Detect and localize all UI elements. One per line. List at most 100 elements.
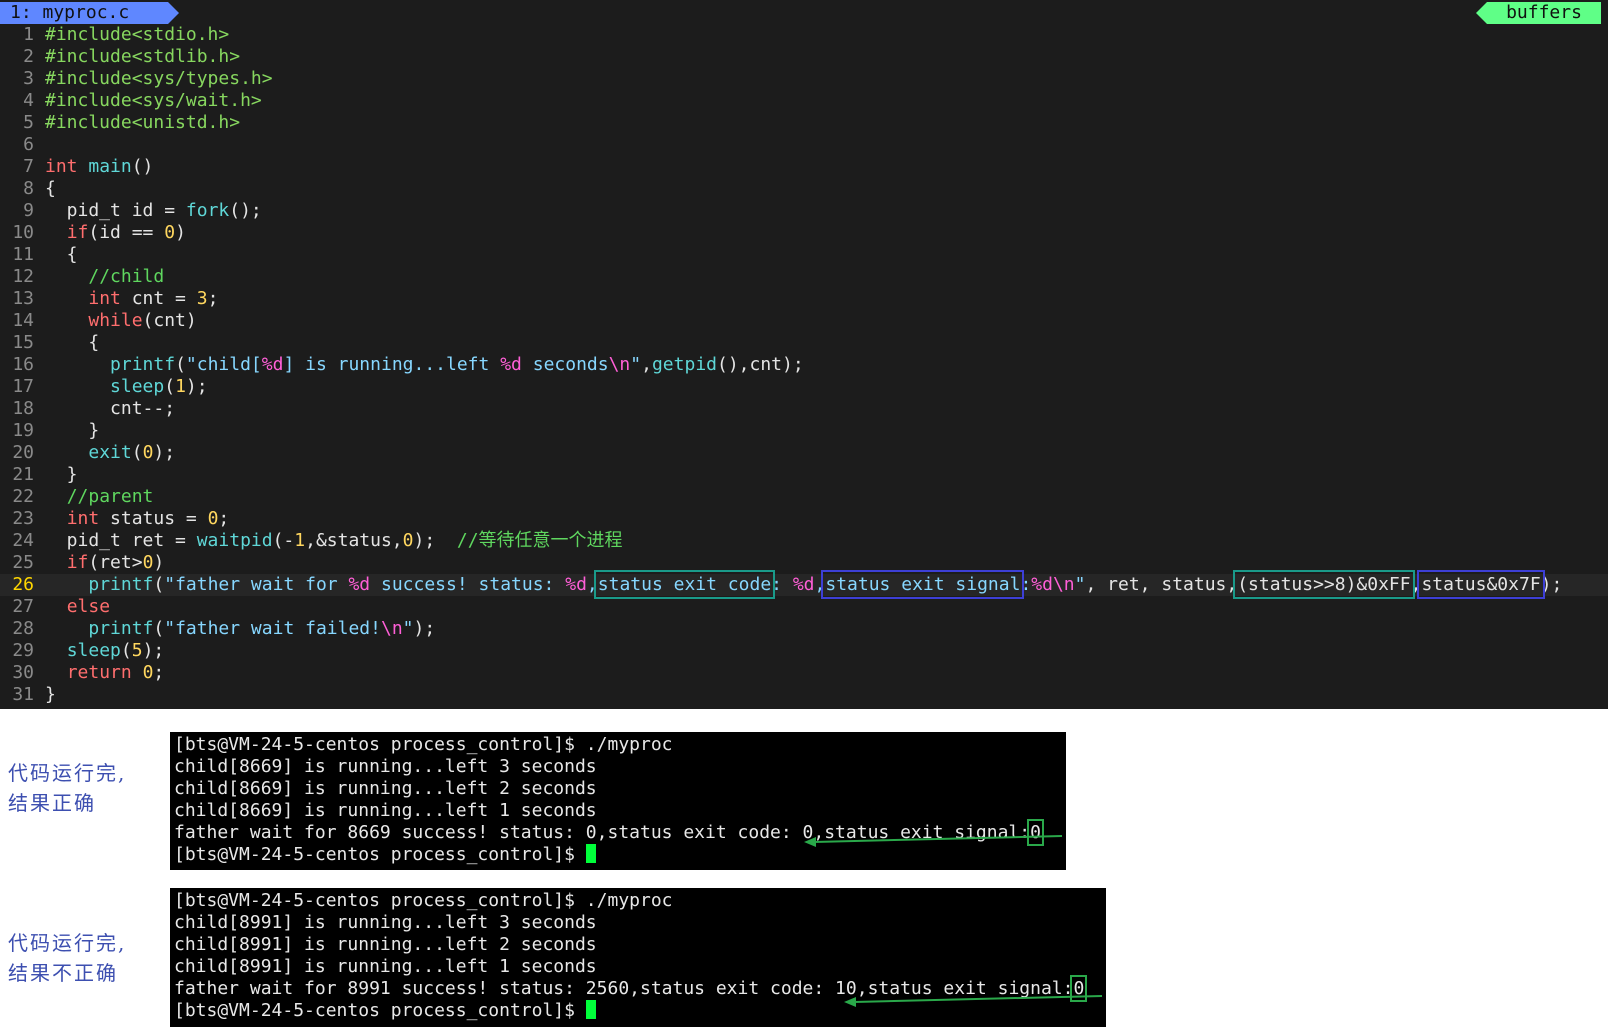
code-line[interactable]: 28 printf("father wait failed!\n"); xyxy=(0,618,1608,640)
code-line[interactable]: 16 printf("child[%d] is running...left %… xyxy=(0,354,1608,376)
code-text: pid_t id = fork(); xyxy=(45,200,262,222)
code-line[interactable]: 25 if(ret>0) xyxy=(0,552,1608,574)
code-line[interactable]: 27 else xyxy=(0,596,1608,618)
code-token: "child[ xyxy=(185,354,262,375)
code-text: else xyxy=(45,596,110,618)
code-line[interactable]: 5 #include<unistd.h> xyxy=(0,112,1608,134)
code-token: ) xyxy=(153,552,165,573)
code-token: exit xyxy=(88,442,132,463)
code-token: 0 xyxy=(142,442,154,463)
code-line[interactable]: 9 pid_t id = fork(); xyxy=(0,200,1608,222)
code-line[interactable]: 1 #include<stdio.h> xyxy=(0,24,1608,46)
code-text: { xyxy=(45,178,56,200)
code-token: } xyxy=(45,464,78,485)
code-text: if(id == 0) xyxy=(45,222,186,244)
vim-editor[interactable]: 1: myproc.c buffers 1 #include<stdio.h> 2 #… xyxy=(0,0,1608,709)
code-line[interactable]: 12 //child xyxy=(0,266,1608,288)
code-area[interactable]: 1 #include<stdio.h> 2 #include<stdlib.h> 3 #i… xyxy=(0,24,1608,706)
code-line[interactable]: 14 while(cnt) xyxy=(0,310,1608,332)
code-token: status exit code xyxy=(593,570,776,599)
code-token: getpid xyxy=(651,354,717,375)
code-line[interactable]: 21 } xyxy=(0,464,1608,486)
code-line[interactable]: 2 #include<stdlib.h> xyxy=(0,46,1608,68)
code-token: //child xyxy=(88,266,165,287)
annotation-line: 结果不正确 xyxy=(8,961,118,985)
code-line[interactable]: 30 return 0; xyxy=(0,662,1608,684)
line-number: 10 xyxy=(12,222,34,243)
code-token: int xyxy=(88,288,121,309)
terminal-line: child[8669] is running...left 1 seconds xyxy=(174,800,597,821)
code-line[interactable]: 19 } xyxy=(0,420,1608,442)
code-line[interactable]: 23 int status = 0; xyxy=(0,508,1608,530)
code-token: 0 xyxy=(402,530,414,551)
code-line[interactable]: 7 int main() xyxy=(0,156,1608,178)
code-token: 1 xyxy=(294,530,306,551)
code-token: %d xyxy=(565,574,587,595)
code-token: } xyxy=(45,684,56,705)
code-text: #include<sys/wait.h> xyxy=(45,90,262,112)
code-token: " xyxy=(630,354,642,375)
terminal-line: [bts@VM-24-5-centos process_control]$ ./… xyxy=(174,890,673,911)
buffers-indicator: buffers xyxy=(1487,2,1601,24)
code-line[interactable]: 31} xyxy=(0,684,1608,706)
code-token: , xyxy=(814,574,826,595)
code-token: (),cnt); xyxy=(717,354,804,375)
code-token: : xyxy=(1020,574,1032,595)
code-token: (id == xyxy=(88,222,165,243)
code-token: (- xyxy=(272,530,295,551)
line-number: 28 xyxy=(12,618,34,639)
prompt-text: [bts@VM-24-5-centos process_control]$ xyxy=(174,1000,586,1021)
code-token: printf xyxy=(88,574,154,595)
code-token: //parent xyxy=(66,486,154,507)
code-line[interactable]: 20 exit(0); xyxy=(0,442,1608,464)
line-number: 16 xyxy=(12,354,34,375)
code-line[interactable]: 29 sleep(5); xyxy=(0,640,1608,662)
code-token: 3 xyxy=(196,288,208,309)
code-token: printf xyxy=(88,618,154,639)
code-line[interactable]: 3 #include<sys/types.h> xyxy=(0,68,1608,90)
code-text: int status = 0; xyxy=(45,508,230,530)
code-text: int cnt = 3; xyxy=(45,288,218,310)
code-token: int xyxy=(66,508,100,529)
code-token: while xyxy=(88,310,143,331)
tab-myproc-c[interactable]: 1: myproc.c xyxy=(0,2,168,24)
code-line[interactable]: 10 if(id == 0) xyxy=(0,222,1608,244)
code-line[interactable]: 22 //parent xyxy=(0,486,1608,508)
annotation-incorrect: 代码运行完, 结果不正确 xyxy=(8,928,126,988)
code-token: 5 xyxy=(131,640,143,661)
terminal-line: child[8669] is running...left 2 seconds xyxy=(174,778,597,799)
code-line[interactable]: 13 int cnt = 3; xyxy=(0,288,1608,310)
code-line[interactable]: 24 pid_t ret = waitpid(-1,&status,0); //… xyxy=(0,530,1608,552)
code-token: () xyxy=(131,156,154,177)
line-number: 29 xyxy=(12,640,34,661)
line-number: 24 xyxy=(12,530,34,551)
terminal-line: child[8991] is running...left 2 seconds xyxy=(174,934,597,955)
code-token: pid_t ret = xyxy=(45,530,197,551)
code-line[interactable]: 8{ xyxy=(0,178,1608,200)
code-line[interactable]: 26 printf("father wait for %d success! s… xyxy=(0,570,1608,599)
code-line[interactable]: 11 { xyxy=(0,244,1608,266)
code-text: #include<sys/types.h> xyxy=(45,68,273,90)
code-line[interactable]: 6 xyxy=(0,134,1608,156)
code-token: ,&status, xyxy=(305,530,403,551)
tab-arrow-decoration xyxy=(168,2,179,24)
code-token: status exit signal xyxy=(821,570,1025,599)
code-token: ( xyxy=(153,618,165,639)
code-line[interactable]: 18 cnt--; xyxy=(0,398,1608,420)
code-token: sleep xyxy=(66,640,121,661)
code-line[interactable]: 15 { xyxy=(0,332,1608,354)
line-number: 7 xyxy=(23,156,34,177)
code-text: #include<stdlib.h> xyxy=(45,46,240,68)
code-text: printf("father wait for %d success! stat… xyxy=(45,570,1562,599)
code-text: cnt--; xyxy=(45,398,175,420)
code-token: ( xyxy=(164,376,176,397)
code-token: #include<stdio.h> xyxy=(45,24,230,45)
code-line[interactable]: 4 #include<sys/wait.h> xyxy=(0,90,1608,112)
code-text: while(cnt) xyxy=(45,310,196,332)
code-line[interactable]: 17 sleep(1); xyxy=(0,376,1608,398)
